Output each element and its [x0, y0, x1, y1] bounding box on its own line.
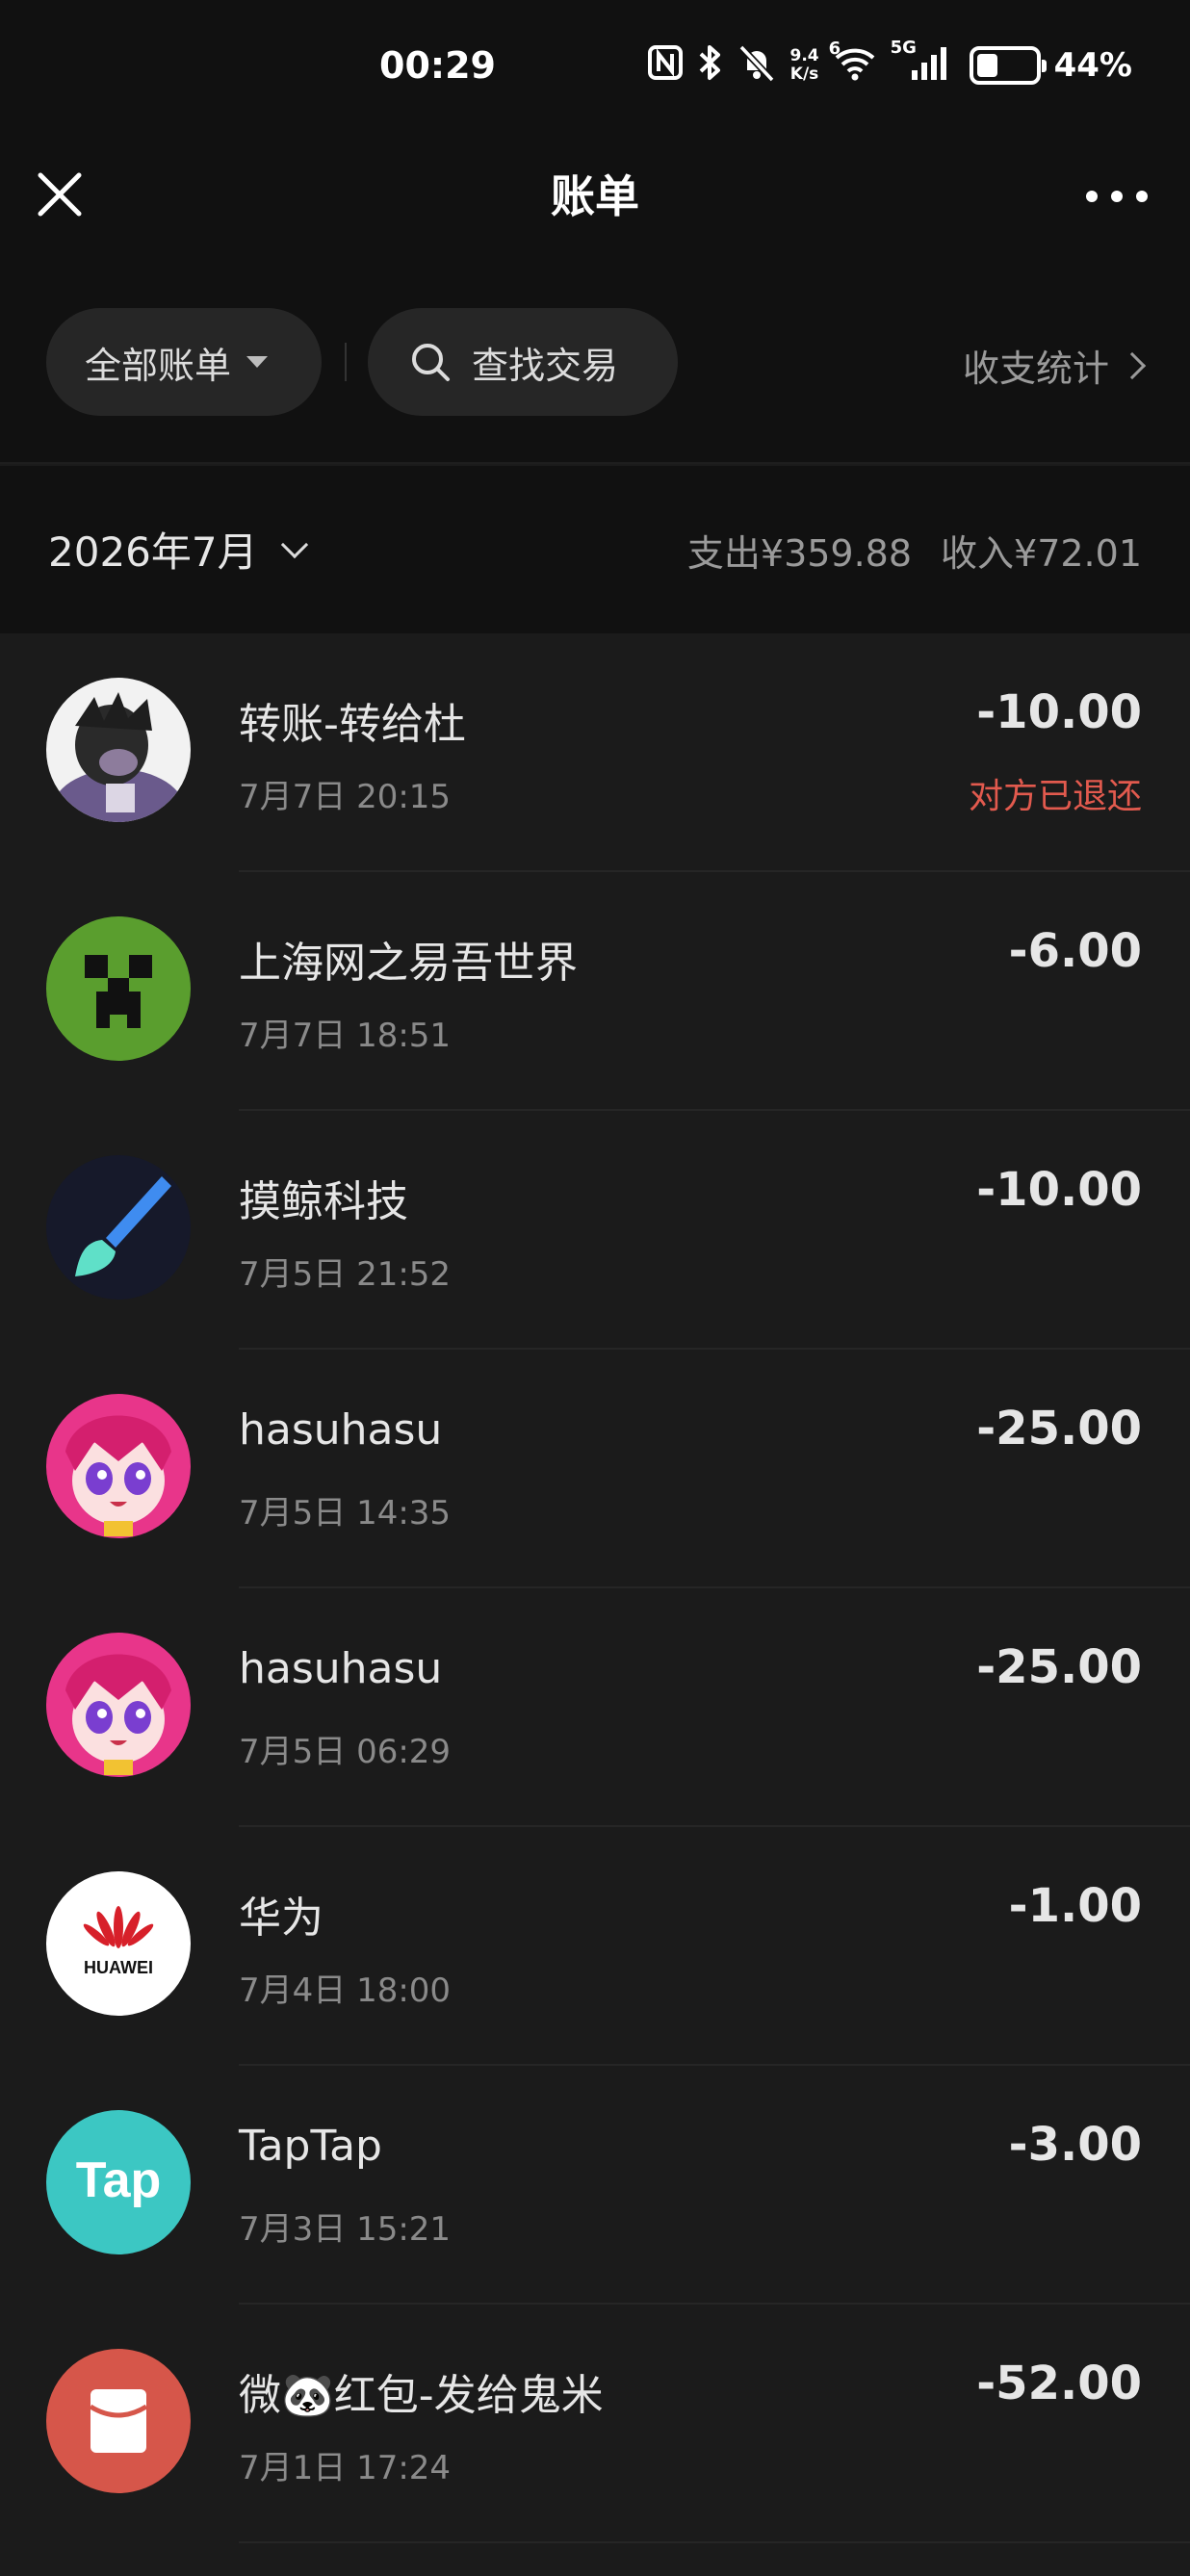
month-summary: 支出¥359.88 收入¥72.01 — [687, 524, 1142, 577]
transaction-date: 7月5日 06:29 — [239, 1733, 452, 1771]
transaction-date: 7月4日 18:00 — [239, 1971, 452, 2010]
taptap-avatar: Tap — [46, 2110, 191, 2254]
search-label: 查找交易 — [472, 344, 619, 387]
month-label: 2026年7月 — [48, 528, 258, 576]
red-packet-avatar — [46, 2349, 191, 2493]
transaction-date: 7月7日 18:51 — [239, 1017, 452, 1055]
chevron-right-icon — [1118, 351, 1147, 379]
month-income: 收入¥72.01 — [941, 532, 1142, 575]
transaction-title: 微🐼红包-发给鬼米 — [239, 2371, 604, 2420]
paintbrush-avatar — [46, 1155, 191, 1300]
transaction-row[interactable]: 转账-转给杜 7月7日 20:15 -10.00 对方已退还 — [0, 633, 1190, 872]
status-icons: 9.4 K/s 6 5G 44% — [647, 39, 1132, 89]
anime-girl-avatar — [46, 1633, 191, 1777]
cell-badge: 5G — [890, 37, 917, 58]
month-header: 2026年7月 支出¥359.88 收入¥72.01 — [0, 466, 1190, 633]
transaction-amount: -10.00 — [976, 685, 1142, 739]
more-button[interactable] — [1086, 177, 1148, 216]
month-selector[interactable]: 2026年7月 — [48, 520, 308, 579]
filter-divider — [345, 343, 347, 381]
taptap-logo-text: Tap — [76, 2152, 162, 2208]
mute-icon — [737, 43, 776, 89]
transaction-title: hasuhasu — [239, 1644, 443, 1693]
net-speed-unit: K/s — [789, 64, 819, 84]
status-bar: 00:29 9.4 K/s 6 5G 44% — [0, 0, 1190, 135]
transaction-amount: -1.00 — [1008, 1879, 1142, 1933]
battery-percent: 44% — [1053, 46, 1132, 85]
month-expense: 支出¥359.88 — [686, 532, 913, 575]
page-title: 账单 — [551, 170, 639, 222]
all-bills-label: 全部账单 — [85, 344, 232, 387]
chevron-down-icon — [280, 530, 308, 558]
signal-icon: 5G — [891, 39, 950, 89]
huawei-logo-text: HUAWEI — [84, 1958, 153, 1977]
transaction-list: 转账-转给杜 7月7日 20:15 -10.00 对方已退还 上海网之易吾世界 … — [0, 633, 1190, 2543]
transaction-title: 华为 — [239, 1893, 323, 1943]
transaction-row[interactable]: 摸鲸科技 7月5日 21:52 -10.00 — [0, 1111, 1190, 1350]
refund-status: 对方已退还 — [968, 777, 1142, 816]
transaction-amount: -52.00 — [976, 2357, 1142, 2410]
more-dot-icon — [1136, 191, 1148, 202]
transaction-date: 7月7日 20:15 — [239, 778, 452, 816]
dark-character-avatar — [46, 678, 191, 822]
transaction-amount: -6.00 — [1008, 924, 1142, 978]
bluetooth-icon — [697, 43, 724, 89]
transaction-row[interactable]: hasuhasu 7月5日 06:29 -25.00 — [0, 1588, 1190, 1827]
more-dot-icon — [1086, 191, 1098, 202]
filter-bar: 全部账单 查找交易 收支统计 — [0, 289, 1190, 464]
battery-icon — [969, 46, 1047, 85]
all-bills-dropdown[interactable]: 全部账单 — [46, 308, 322, 416]
transaction-row[interactable]: hasuhasu 7月5日 14:35 -25.00 — [0, 1350, 1190, 1588]
nfc-icon — [647, 44, 684, 88]
transaction-date: 7月1日 17:24 — [239, 2449, 452, 2487]
transaction-row[interactable]: 上海网之易吾世界 7月7日 18:51 -6.00 — [0, 872, 1190, 1111]
transaction-amount: -10.00 — [976, 1163, 1142, 1217]
transaction-date: 7月3日 15:21 — [239, 2210, 452, 2249]
creeper-avatar — [46, 916, 191, 1061]
transaction-amount: -25.00 — [976, 1402, 1142, 1455]
transaction-title: hasuhasu — [239, 1405, 443, 1455]
transaction-title: 上海网之易吾世界 — [239, 939, 578, 988]
transaction-title: 转账-转给杜 — [239, 700, 466, 749]
transaction-row[interactable]: HUAWEI 华为 7月4日 18:00 -1.00 — [0, 1827, 1190, 2066]
huawei-avatar: HUAWEI — [46, 1871, 191, 2016]
transaction-row[interactable]: 微🐼红包-发给鬼米 7月1日 17:24 -52.00 — [0, 2305, 1190, 2543]
status-time: 00:29 — [379, 44, 496, 87]
transaction-amount: -3.00 — [1008, 2118, 1142, 2172]
network-speed: 9.4 K/s — [789, 47, 818, 84]
net-speed-value: 9.4 — [789, 46, 819, 65]
transaction-date: 7月5日 21:52 — [239, 1255, 452, 1294]
stats-label: 收支统计 — [962, 348, 1109, 390]
caret-down-icon — [246, 356, 269, 368]
anime-girl-avatar — [46, 1394, 191, 1538]
income-expense-stats-link[interactable]: 收支统计 — [962, 339, 1147, 392]
more-dot-icon — [1111, 191, 1123, 202]
wifi-badge: 6 — [828, 38, 841, 59]
search-transactions-button[interactable]: 查找交易 — [368, 308, 678, 416]
transaction-amount: -25.00 — [976, 1640, 1142, 1694]
transaction-row[interactable]: Tap TapTap 7月3日 15:21 -3.00 — [0, 2066, 1190, 2305]
transaction-title: 摸鲸科技 — [239, 1177, 408, 1226]
title-bar: 账单 — [0, 135, 1190, 289]
search-icon — [412, 344, 450, 381]
wifi-icon: 6 — [829, 39, 877, 88]
transaction-title: TapTap — [239, 2122, 382, 2171]
transaction-date: 7月5日 14:35 — [239, 1494, 452, 1533]
battery-fill — [976, 54, 997, 77]
